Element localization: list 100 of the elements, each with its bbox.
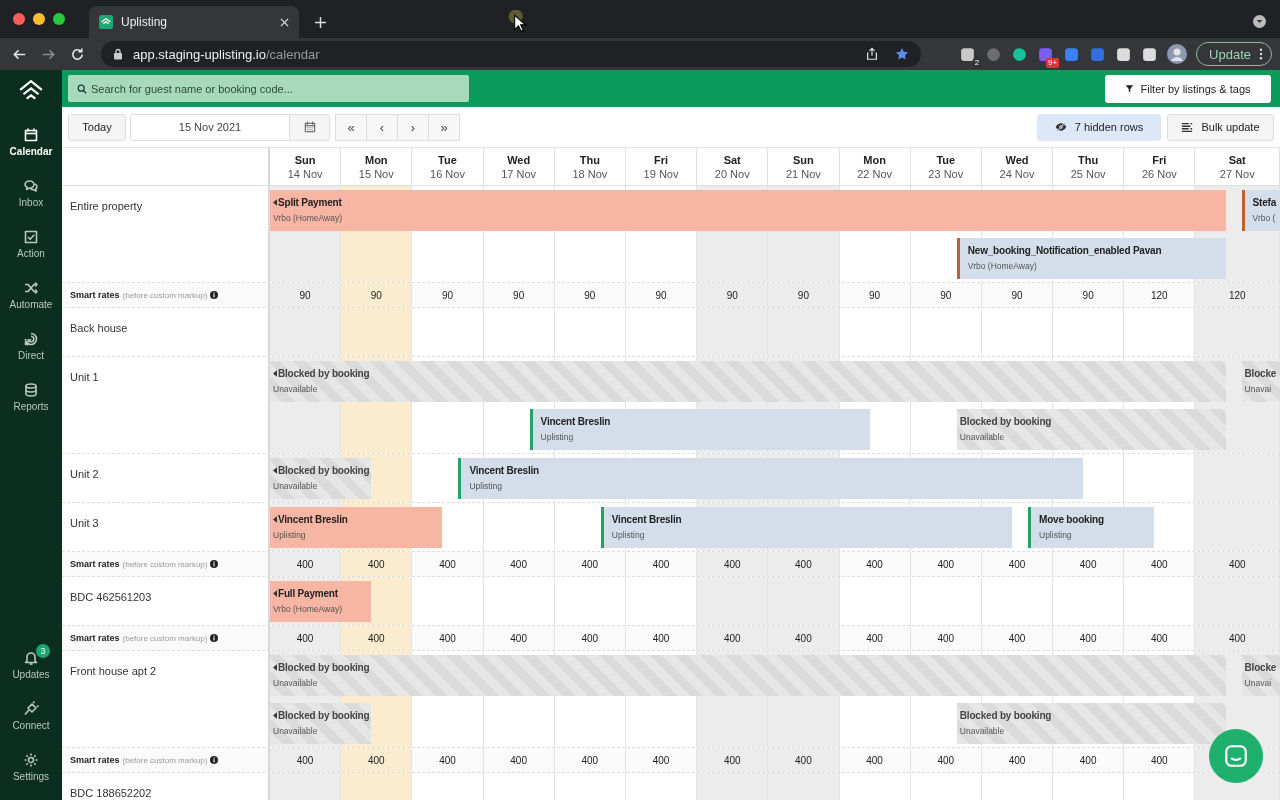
filter-button[interactable]: Filter by listings & tags bbox=[1105, 74, 1271, 103]
rate-cell[interactable]: 90 bbox=[981, 283, 1054, 307]
sidebar-item[interactable]: Direct bbox=[0, 328, 62, 379]
date-field[interactable]: 15 Nov 2021 bbox=[130, 113, 290, 141]
bulk-update-button[interactable]: Bulk update bbox=[1167, 113, 1274, 141]
rate-cell[interactable]: 90 bbox=[839, 283, 911, 307]
rate-cell[interactable]: 400 bbox=[981, 748, 1054, 772]
rate-cell[interactable]: 90 bbox=[697, 283, 769, 307]
search-field[interactable]: Search for guest name or booking code... bbox=[68, 75, 469, 102]
date-nav-button[interactable]: › bbox=[397, 113, 429, 141]
rate-cell[interactable]: 120 bbox=[1195, 283, 1280, 307]
rate-cell[interactable]: 400 bbox=[412, 626, 484, 650]
rate-cell[interactable]: 400 bbox=[910, 626, 982, 650]
rate-cell[interactable]: 400 bbox=[483, 552, 555, 576]
blocked-bar[interactable]: Blocked by booking Unavailable bbox=[270, 458, 372, 499]
rate-cell[interactable]: 400 bbox=[981, 626, 1054, 650]
rate-cell[interactable]: 400 bbox=[981, 552, 1054, 576]
rate-cell[interactable]: 400 bbox=[697, 552, 769, 576]
star-icon[interactable] bbox=[895, 47, 909, 61]
booking-bar[interactable]: Vincent Breslin Uplisting bbox=[458, 458, 1084, 499]
sidebar-item[interactable]: Updates 3 bbox=[0, 647, 62, 698]
rate-cell[interactable]: 400 bbox=[270, 748, 342, 772]
rate-cell[interactable]: 400 bbox=[1053, 552, 1125, 576]
rate-cell[interactable]: 400 bbox=[270, 552, 342, 576]
booking-bar[interactable]: Move booking Uplisting bbox=[1028, 507, 1155, 548]
rate-cell[interactable]: 400 bbox=[341, 552, 413, 576]
booking-bar[interactable]: Vincent Breslin Uplisting bbox=[529, 409, 870, 450]
rate-cell[interactable]: 400 bbox=[341, 626, 413, 650]
rate-cell[interactable]: 90 bbox=[1053, 283, 1125, 307]
rate-cell[interactable]: 400 bbox=[768, 552, 840, 576]
rate-cell[interactable]: 400 bbox=[412, 552, 484, 576]
rate-cell[interactable]: 400 bbox=[697, 626, 769, 650]
rate-cell[interactable]: 400 bbox=[554, 748, 626, 772]
date-nav-button[interactable]: » bbox=[428, 113, 460, 141]
rate-cell[interactable]: 90 bbox=[910, 283, 982, 307]
rate-cell[interactable]: 90 bbox=[483, 283, 555, 307]
rate-cell[interactable]: 400 bbox=[910, 748, 982, 772]
extension-icon[interactable] bbox=[1141, 45, 1159, 63]
sidebar-item[interactable]: Connect bbox=[0, 698, 62, 749]
rate-cell[interactable]: 400 bbox=[768, 626, 840, 650]
rate-cell[interactable]: 400 bbox=[1195, 626, 1280, 650]
blocked-bar[interactable]: Blocked by booking Unavailable bbox=[270, 703, 372, 744]
rate-cell[interactable]: 400 bbox=[839, 626, 911, 650]
close-window-button[interactable] bbox=[13, 13, 25, 25]
sidebar-item[interactable]: Settings bbox=[0, 749, 62, 800]
rate-cell[interactable]: 400 bbox=[910, 552, 982, 576]
booking-bar[interactable]: Vincent Breslin Uplisting bbox=[270, 507, 443, 548]
maximize-window-button[interactable] bbox=[53, 13, 65, 25]
rate-cell[interactable]: 400 bbox=[1053, 748, 1125, 772]
booking-bar[interactable]: New_booking_Notification_enabled Pavan Vrbo (HomeAway) bbox=[956, 238, 1226, 279]
minimize-window-button[interactable] bbox=[33, 13, 45, 25]
sidebar-item[interactable]: Action bbox=[0, 226, 62, 277]
rate-cell[interactable]: 90 bbox=[768, 283, 840, 307]
extension-icon[interactable] bbox=[1115, 45, 1133, 63]
info-icon[interactable] bbox=[210, 291, 219, 299]
rate-cell[interactable]: 400 bbox=[839, 748, 911, 772]
rate-cell[interactable]: 90 bbox=[554, 283, 626, 307]
blocked-bar[interactable]: Blocke Unavai bbox=[1241, 361, 1280, 402]
rate-cell[interactable]: 90 bbox=[270, 283, 342, 307]
info-icon[interactable] bbox=[210, 756, 219, 764]
rate-cell[interactable]: 400 bbox=[483, 626, 555, 650]
info-icon[interactable] bbox=[210, 560, 219, 568]
update-button[interactable]: Update bbox=[1196, 42, 1272, 66]
rate-cell[interactable]: 400 bbox=[697, 748, 769, 772]
info-icon[interactable] bbox=[210, 634, 219, 642]
tab-search-icon[interactable] bbox=[1253, 15, 1266, 28]
browser-tab[interactable]: Uplisting bbox=[89, 6, 299, 38]
rate-cell[interactable]: 90 bbox=[341, 283, 413, 307]
extension-icon[interactable] bbox=[1037, 45, 1055, 63]
blocked-bar[interactable]: Blocked by booking Unavailable bbox=[956, 703, 1226, 744]
extension-icon[interactable] bbox=[959, 45, 977, 63]
close-icon[interactable] bbox=[280, 17, 289, 27]
blocked-bar[interactable]: Blocke Unavai bbox=[1241, 655, 1280, 696]
rate-cell[interactable]: 400 bbox=[554, 552, 626, 576]
new-tab-icon[interactable] bbox=[315, 17, 326, 28]
rate-cell[interactable]: 400 bbox=[554, 626, 626, 650]
sidebar-item[interactable]: Reports bbox=[0, 379, 62, 430]
rate-cell[interactable]: 400 bbox=[341, 748, 413, 772]
booking-bar[interactable]: Stefa Vrbo ( bbox=[1241, 190, 1280, 231]
extension-icon[interactable] bbox=[1011, 45, 1029, 63]
date-nav-button[interactable]: ‹ bbox=[366, 113, 398, 141]
hidden-rows-button[interactable]: 7 hidden rows bbox=[1037, 113, 1161, 141]
rate-cell[interactable]: 400 bbox=[839, 552, 911, 576]
today-button[interactable]: Today bbox=[68, 113, 126, 141]
date-picker-button[interactable] bbox=[290, 113, 330, 141]
rate-cell[interactable]: 400 bbox=[768, 748, 840, 772]
share-icon[interactable] bbox=[865, 47, 879, 61]
blocked-bar[interactable]: Blocked by booking Unavailable bbox=[956, 409, 1226, 450]
rate-cell[interactable]: 400 bbox=[483, 748, 555, 772]
reload-icon[interactable] bbox=[70, 46, 85, 62]
rate-cell[interactable]: 400 bbox=[270, 626, 342, 650]
rate-cell[interactable]: 90 bbox=[412, 283, 484, 307]
profile-avatar-icon[interactable] bbox=[1167, 44, 1188, 64]
rate-cell[interactable]: 400 bbox=[1053, 626, 1125, 650]
address-bar[interactable]: app.staging-uplisting.io/calendar bbox=[101, 41, 921, 67]
sidebar-item[interactable]: Inbox bbox=[0, 175, 62, 226]
booking-bar[interactable]: Full Payment Vrbo (HomeAway) bbox=[270, 581, 372, 622]
blocked-bar[interactable]: Blocked by booking Unavailable bbox=[270, 655, 1226, 696]
sidebar-item[interactable]: Automate bbox=[0, 277, 62, 328]
booking-bar[interactable]: Split Payment Vrbo (HomeAway) bbox=[270, 190, 1226, 231]
